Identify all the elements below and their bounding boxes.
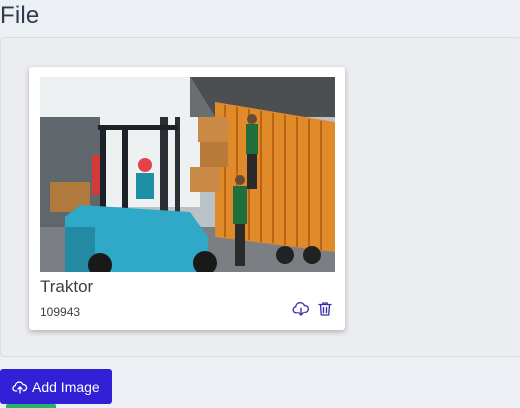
add-image-label: Add Image [32,378,100,395]
file-title: Traktor [40,277,94,296]
add-image-button[interactable]: Add Image [0,369,112,404]
status-indicator-bar [6,404,56,408]
cloud-download-icon[interactable] [292,300,310,318]
file-panel: Traktor 109943 [0,37,519,357]
file-thumbnail[interactable] [40,77,335,272]
thumbnail-image [40,77,335,272]
cloud-upload-icon [12,380,28,394]
file-id: 109943 [40,305,81,319]
page-title: File [0,2,40,29]
file-card[interactable]: Traktor 109943 [29,67,345,330]
trash-icon[interactable] [316,300,334,318]
